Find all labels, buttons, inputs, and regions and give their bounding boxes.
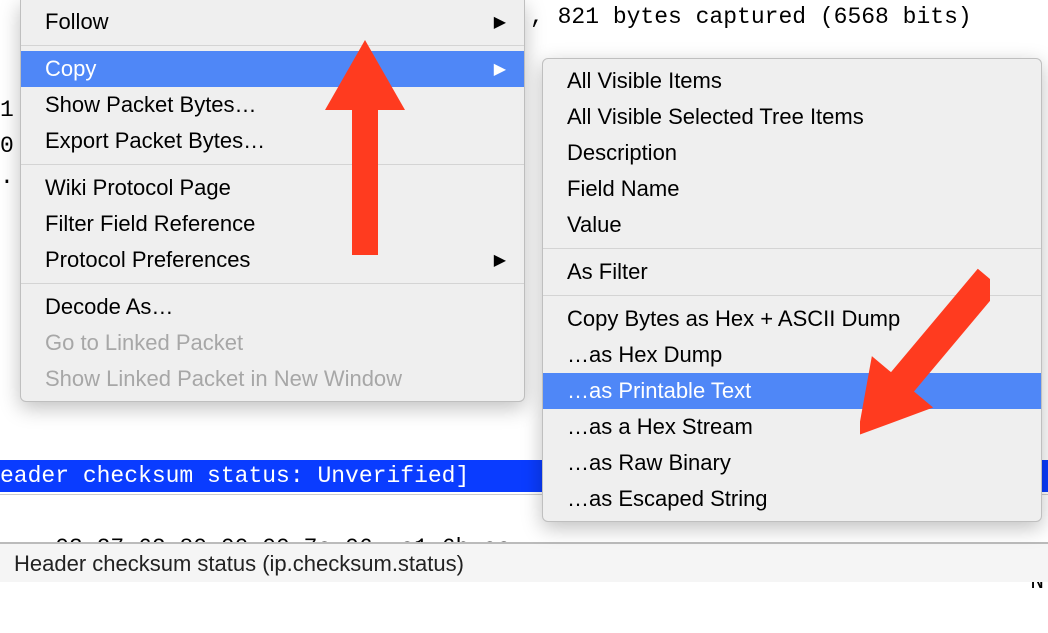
menu-item-follow[interactable]: Follow ▶ — [21, 4, 524, 40]
menu-label: Go to Linked Packet — [45, 330, 243, 356]
menu-label: Field Name — [567, 176, 679, 202]
menu-item-as-hex-stream[interactable]: …as a Hex Stream — [543, 409, 1041, 445]
menu-item-export-packet-bytes[interactable]: Export Packet Bytes… — [21, 123, 524, 159]
bg-char: · — [0, 164, 14, 200]
menu-separator — [21, 164, 524, 165]
menu-item-protocol-preferences[interactable]: Protocol Preferences ▶ — [21, 242, 524, 278]
menu-item-wiki-protocol-page[interactable]: Wiki Protocol Page — [21, 170, 524, 206]
menu-label: …as Printable Text — [567, 378, 751, 404]
menu-item-copy[interactable]: Copy ▶ — [21, 51, 524, 87]
menu-item-as-printable-text[interactable]: …as Printable Text — [543, 373, 1041, 409]
menu-item-go-to-linked-packet: Go to Linked Packet — [21, 325, 524, 361]
menu-item-as-escaped-string[interactable]: …as Escaped String — [543, 481, 1041, 517]
menu-item-copy-bytes-hex-ascii-dump[interactable]: Copy Bytes as Hex + ASCII Dump — [543, 301, 1041, 337]
menu-item-show-linked-packet-new-window: Show Linked Packet in New Window — [21, 361, 524, 397]
menu-item-description[interactable]: Description — [543, 135, 1041, 171]
menu-label: Show Linked Packet in New Window — [45, 366, 402, 392]
menu-label: Copy — [45, 56, 96, 82]
menu-label: …as Raw Binary — [567, 450, 731, 476]
menu-label: Wiki Protocol Page — [45, 175, 231, 201]
menu-item-show-packet-bytes[interactable]: Show Packet Bytes… — [21, 87, 524, 123]
menu-label: Copy Bytes as Hex + ASCII Dump — [567, 306, 900, 332]
context-menu-main: Follow ▶ Copy ▶ Show Packet Bytes… Expor… — [20, 0, 525, 402]
menu-label: Value — [567, 212, 622, 238]
menu-label: Description — [567, 140, 677, 166]
menu-item-decode-as[interactable]: Decode As… — [21, 289, 524, 325]
submenu-arrow-icon: ▶ — [494, 250, 506, 270]
menu-item-all-visible-items[interactable]: All Visible Items — [543, 63, 1041, 99]
menu-separator — [543, 295, 1041, 296]
menu-separator — [21, 45, 524, 46]
menu-separator — [21, 283, 524, 284]
menu-label: All Visible Selected Tree Items — [567, 104, 864, 130]
menu-item-field-name[interactable]: Field Name — [543, 171, 1041, 207]
menu-item-as-hex-dump[interactable]: …as Hex Dump — [543, 337, 1041, 373]
menu-separator — [543, 248, 1041, 249]
context-menu-copy-submenu: All Visible Items All Visible Selected T… — [542, 58, 1042, 522]
menu-label: …as Escaped String — [567, 486, 768, 512]
menu-item-as-filter[interactable]: As Filter — [543, 254, 1041, 290]
menu-label: …as Hex Dump — [567, 342, 722, 368]
bg-char: 1 — [0, 92, 14, 128]
menu-label: …as a Hex Stream — [567, 414, 753, 440]
submenu-arrow-icon: ▶ — [494, 59, 506, 79]
menu-label: As Filter — [567, 259, 648, 285]
menu-label: Follow — [45, 9, 109, 35]
status-bar: Header checksum status (ip.checksum.stat… — [0, 542, 1048, 582]
menu-label: All Visible Items — [567, 68, 722, 94]
menu-label: Export Packet Bytes… — [45, 128, 265, 154]
menu-item-as-raw-binary[interactable]: …as Raw Binary — [543, 445, 1041, 481]
submenu-arrow-icon: ▶ — [494, 12, 506, 32]
menu-item-value[interactable]: Value — [543, 207, 1041, 243]
menu-item-filter-field-reference[interactable]: Filter Field Reference — [21, 206, 524, 242]
menu-item-all-visible-selected-tree-items[interactable]: All Visible Selected Tree Items — [543, 99, 1041, 135]
menu-label: Filter Field Reference — [45, 211, 255, 237]
menu-label: Protocol Preferences — [45, 247, 250, 273]
bg-char: 0 — [0, 128, 14, 164]
menu-label: Decode As… — [45, 294, 173, 320]
menu-label: Show Packet Bytes… — [45, 92, 257, 118]
